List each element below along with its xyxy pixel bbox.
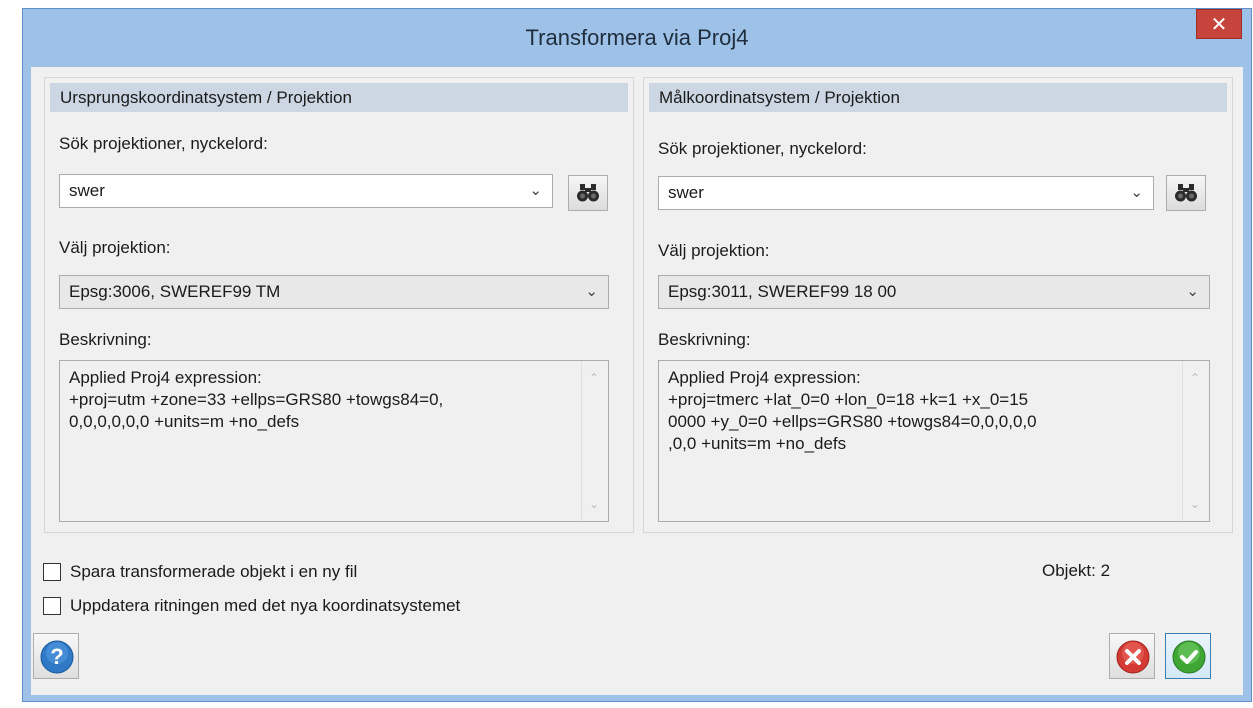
window-title: Transformera via Proj4 (525, 25, 749, 50)
source-search-combo[interactable]: swer ⌄ (59, 174, 553, 208)
source-projection-value: Epsg:3006, SWEREF99 TM (69, 282, 281, 301)
save-new-file-label: Spara transformerade objekt i en ny fil (70, 562, 358, 581)
scroll-down-icon[interactable]: ⌄ (1190, 497, 1200, 511)
source-group-header: Ursprungskoordinatsystem / Projektion (50, 83, 628, 112)
source-search-label: Sök projektioner, nyckelord: (59, 134, 268, 153)
target-projection-value: Epsg:3011, SWEREF99 18 00 (668, 282, 897, 301)
save-new-file-checkbox[interactable] (43, 563, 61, 581)
close-button[interactable]: ✕ (1196, 9, 1242, 39)
source-projection-select[interactable]: Epsg:3006, SWEREF99 TM ⌄ (59, 275, 609, 309)
source-description-scrollbar[interactable]: ⌃ ⌄ (581, 361, 608, 521)
svg-text:?: ? (50, 644, 63, 669)
target-description-box[interactable]: Applied Proj4 expression: +proj=tmerc +l… (658, 360, 1210, 522)
title-bar[interactable]: Transformera via Proj4 ✕ (23, 9, 1251, 67)
update-drawing-checkbox[interactable] (43, 597, 61, 615)
source-search-button[interactable] (568, 175, 608, 211)
update-drawing-label: Uppdatera ritningen med det nya koordina… (70, 596, 461, 615)
source-search-value: swer (69, 181, 105, 200)
source-projection-label: Välj projektion: (59, 238, 171, 257)
cancel-icon (1116, 640, 1150, 674)
target-description-text: Applied Proj4 expression: +proj=tmerc +l… (668, 368, 1037, 453)
binoculars-icon (1175, 184, 1197, 202)
source-description-text: Applied Proj4 expression: +proj=utm +zon… (69, 368, 444, 431)
ok-button[interactable] (1165, 633, 1211, 679)
source-projection-group: Ursprungskoordinatsystem / Projektion Sö… (44, 77, 634, 533)
target-projection-select[interactable]: Epsg:3011, SWEREF99 18 00 ⌄ (658, 275, 1210, 309)
scroll-down-icon[interactable]: ⌄ (589, 497, 599, 511)
source-description-box[interactable]: Applied Proj4 expression: +proj=utm +zon… (59, 360, 609, 522)
target-search-label: Sök projektioner, nyckelord: (658, 139, 867, 158)
target-projection-group: Målkoordinatsystem / Projektion Sök proj… (643, 77, 1233, 533)
source-description-label: Beskrivning: (59, 330, 152, 349)
scroll-up-icon[interactable]: ⌃ (1190, 371, 1200, 385)
dialog-window: Transformera via Proj4 ✕ Ursprungskoordi… (22, 8, 1252, 702)
chevron-down-icon[interactable]: ⌄ (529, 175, 542, 207)
target-search-button[interactable] (1166, 175, 1206, 211)
scroll-up-icon[interactable]: ⌃ (589, 371, 599, 385)
chevron-down-icon[interactable]: ⌄ (585, 276, 598, 308)
cancel-button[interactable] (1109, 633, 1155, 679)
target-group-header: Målkoordinatsystem / Projektion (649, 83, 1227, 112)
target-projection-label: Välj projektion: (658, 241, 770, 260)
target-description-label: Beskrivning: (658, 330, 751, 349)
target-description-scrollbar[interactable]: ⌃ ⌄ (1182, 361, 1209, 521)
object-count: Objekt: 2 (1042, 561, 1111, 580)
help-button[interactable]: ? (33, 633, 79, 679)
ok-icon (1172, 640, 1206, 674)
target-search-combo[interactable]: swer ⌄ (658, 176, 1154, 210)
target-search-value: swer (668, 183, 704, 202)
chevron-down-icon[interactable]: ⌄ (1186, 276, 1199, 308)
help-icon: ? (40, 640, 74, 674)
dialog-client: Ursprungskoordinatsystem / Projektion Sö… (31, 67, 1243, 695)
chevron-down-icon[interactable]: ⌄ (1130, 177, 1143, 209)
binoculars-icon (577, 184, 599, 202)
